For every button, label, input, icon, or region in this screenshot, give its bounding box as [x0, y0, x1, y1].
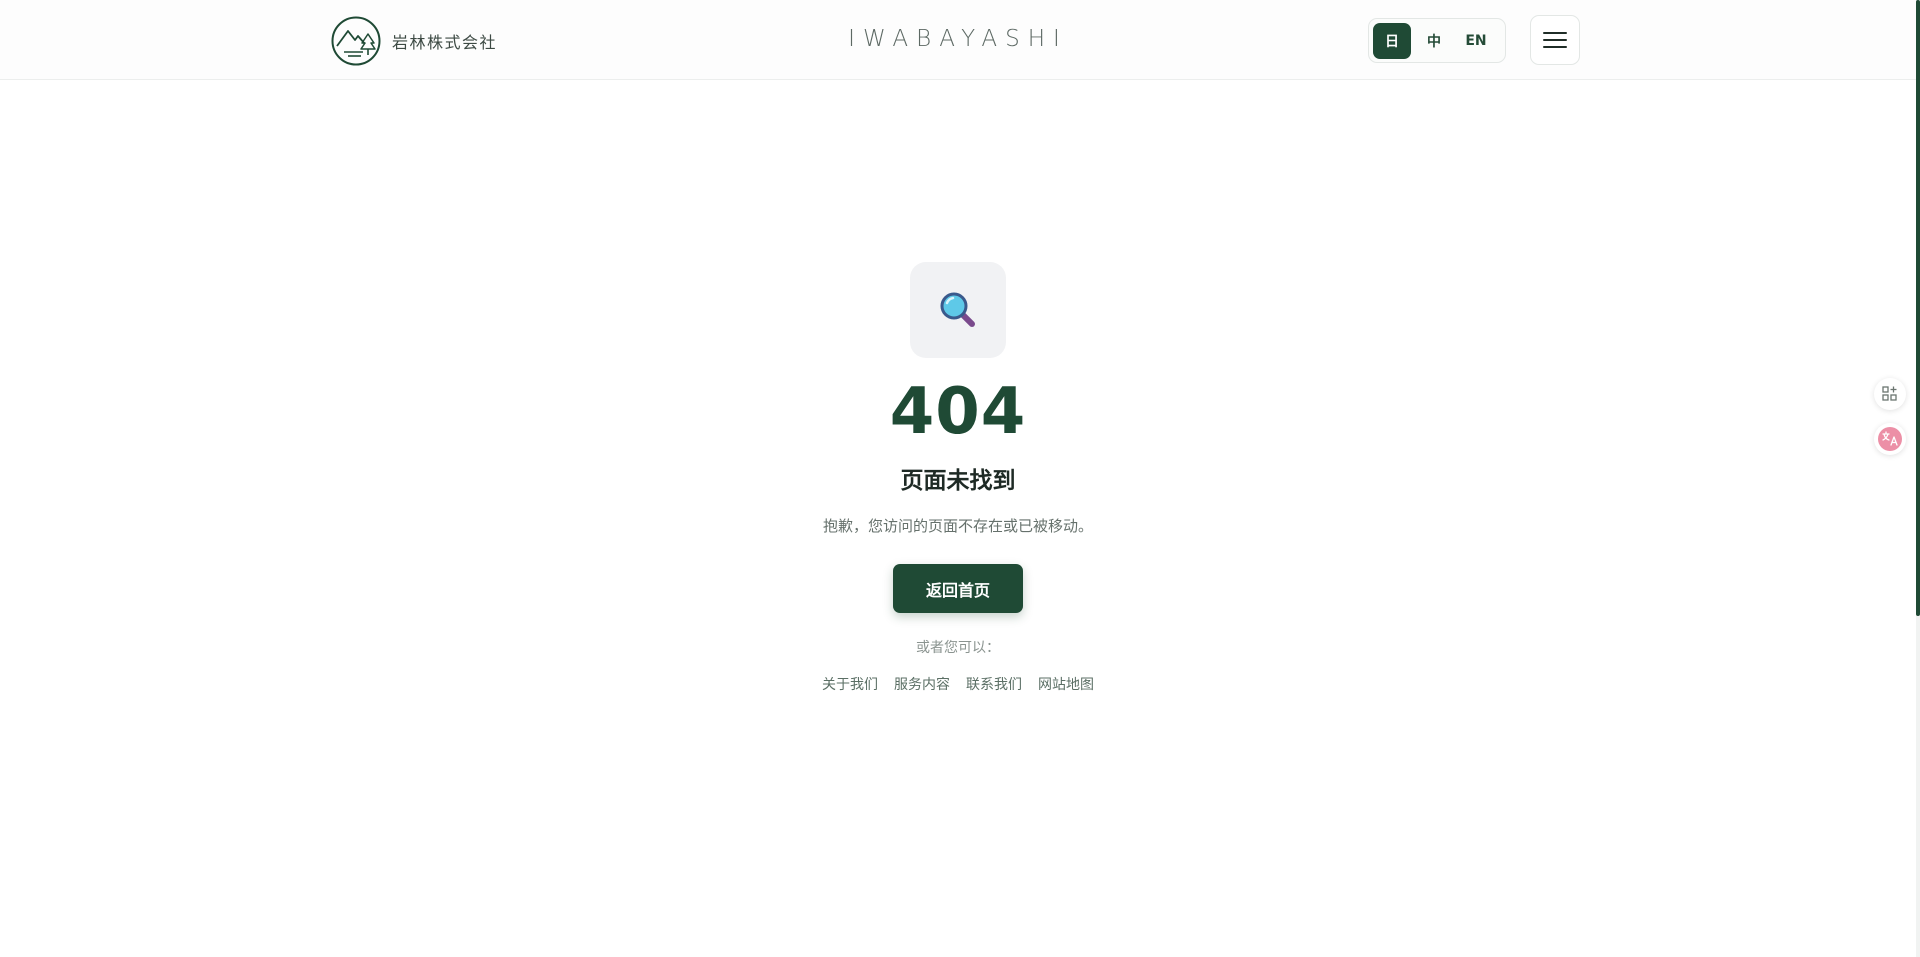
scrollbar-thumb[interactable]: [1916, 0, 1920, 616]
link-about-us[interactable]: 关于我们: [822, 674, 878, 694]
translate-icon: [1878, 427, 1902, 451]
error-code: 404: [889, 375, 1027, 449]
hamburger-icon-line: [1543, 39, 1567, 41]
apps-add-widget[interactable]: [1874, 378, 1906, 410]
back-home-button[interactable]: 返回首页: [893, 564, 1023, 613]
lang-button-ja[interactable]: 日: [1373, 22, 1411, 59]
page-scrollbar[interactable]: [1916, 0, 1920, 957]
error-title: 页面未找到: [900, 468, 1016, 494]
brand-home-link[interactable]: 岩林株式会社: [331, 16, 497, 66]
magnifying-glass-icon: [940, 292, 975, 327]
hamburger-icon-line: [1543, 46, 1567, 48]
error-description: 抱歉，您访问的页面不存在或已被移动。: [822, 517, 1093, 535]
brand-name: 岩林株式会社: [392, 33, 498, 52]
site-wordmark: IWABAYASHI: [848, 26, 1068, 52]
lang-button-zh[interactable]: 中: [1415, 23, 1453, 59]
translate-widget[interactable]: [1874, 423, 1906, 455]
site-header: 岩林株式会社 IWABAYASHI 日 中 EN: [0, 0, 1916, 80]
lang-button-en[interactable]: EN: [1457, 23, 1495, 59]
link-services[interactable]: 服务内容: [894, 674, 950, 694]
alternative-links: 关于我们 服务内容 联系我们 网站地图: [822, 674, 1094, 694]
language-switcher: 日 中 EN: [1368, 18, 1506, 63]
alternatives-label: 或者您可以：: [916, 640, 1000, 656]
link-contact-us[interactable]: 联系我们: [966, 674, 1022, 694]
hamburger-icon: [1543, 32, 1567, 34]
apps-add-icon: [1882, 386, 1897, 401]
link-sitemap[interactable]: 网站地图: [1038, 674, 1094, 694]
mountain-forest-logo-icon: [331, 16, 381, 66]
menu-button[interactable]: [1530, 15, 1580, 65]
search-icon-box: [910, 262, 1006, 358]
not-found-content: 404 页面未找到 抱歉，您访问的页面不存在或已被移动。 返回首页 或者您可以：…: [0, 262, 1916, 694]
